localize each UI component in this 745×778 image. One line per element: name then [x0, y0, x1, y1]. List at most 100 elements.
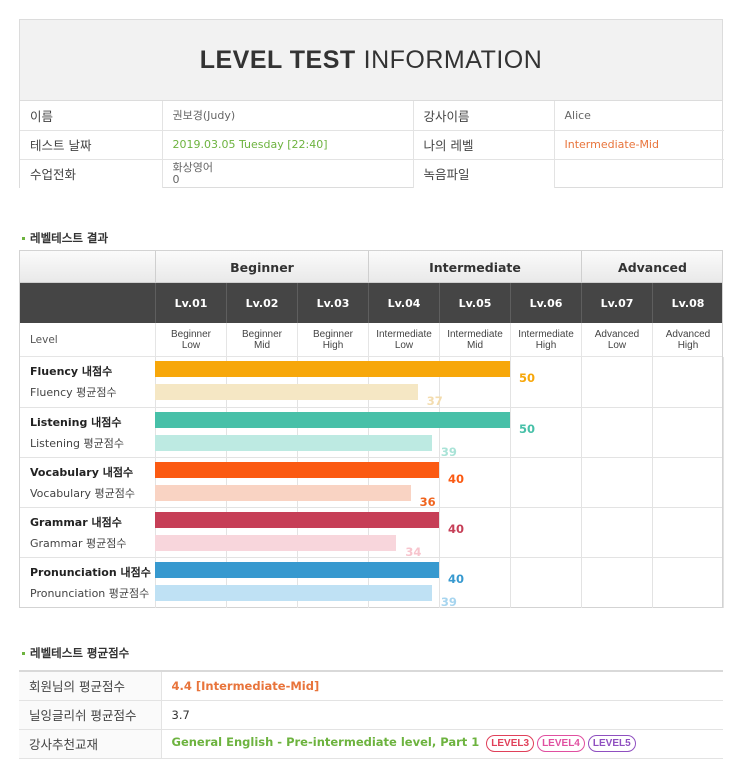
page-title: LEVEL TEST INFORMATION — [20, 20, 722, 101]
average-score-bar — [155, 384, 418, 400]
my-score-bar — [155, 462, 439, 478]
level-name-7: Advanced Low — [581, 323, 652, 357]
skill-average-name: Listening 평균점수 — [30, 437, 124, 450]
name-value: 권보경(Judy) — [162, 101, 414, 131]
level-name-text: Beginner Low — [170, 329, 212, 351]
date-label: 테스트 날짜 — [20, 130, 163, 160]
skill-average-name: Fluency 평균점수 — [30, 386, 117, 399]
level-badge: LEVEL4 — [537, 735, 585, 752]
skill-name: Grammar 내점수 — [30, 516, 122, 529]
my-score-value: 40 — [448, 572, 465, 586]
my-score-bar — [155, 562, 439, 578]
member-average-value: 4.4 [Intermediate-Mid] — [161, 671, 723, 701]
level-code-5: Lv.05 — [439, 283, 510, 323]
level-code-6: Lv.06 — [510, 283, 581, 323]
overall-average-value: 3.7 — [161, 700, 723, 730]
my-score-value: 50 — [519, 371, 536, 385]
level-name-text: Intermediate Low — [376, 329, 432, 351]
info-row-date: 테스트 날짜 2019.03.05 Tuesday [22:40] 나의 레벨 … — [20, 130, 724, 160]
info-table: 이름 권보경(Judy) 강사이름 Alice 테스트 날짜 2019.03.0… — [20, 101, 724, 188]
level-row-label: Level — [30, 334, 58, 346]
level-name-text: Intermediate High — [518, 329, 574, 351]
skill-average-name: Pronunciation 평균점수 — [30, 587, 150, 600]
level-name-5: Intermediate Mid — [439, 323, 510, 357]
grid-line — [723, 357, 724, 608]
level-name-text: Intermediate Mid — [447, 329, 503, 351]
skill-row: Vocabulary 내점수 Vocabulary 평균점수 40 36 — [20, 457, 722, 509]
my-score-value: 50 — [519, 422, 536, 436]
record-value[interactable] — [554, 159, 724, 188]
my-score-bar — [155, 412, 510, 428]
my-level-value: Intermediate-Mid — [554, 130, 724, 160]
level-name-text: Beginner High — [312, 329, 354, 351]
my-level-label: 나의 레벨 — [413, 130, 555, 160]
level-code-1: Lv.01 — [155, 283, 226, 323]
record-label: 녹음파일 — [413, 159, 555, 188]
group-header-row: Beginner Intermediate Advanced — [20, 251, 722, 283]
level-name-text: Beginner Mid — [241, 329, 283, 351]
bullet-icon — [22, 236, 25, 240]
level-name-8: Advanced High — [652, 323, 723, 357]
level-name-3: Beginner High — [297, 323, 368, 357]
recommend-book-link[interactable]: General English - Pre-intermediate level… — [172, 735, 480, 749]
average-score-value: 39 — [440, 595, 457, 609]
my-score-value: 40 — [448, 472, 465, 486]
recommend-row: 강사추천교재 General English - Pre-intermediat… — [19, 729, 723, 759]
skill-row: Listening 내점수 Listening 평균점수 50 39 — [20, 407, 722, 459]
skill-average-name: Grammar 평균점수 — [30, 537, 127, 550]
skill-average-name: Vocabulary 평균점수 — [30, 487, 135, 500]
group-header-advanced: Advanced — [581, 251, 723, 283]
overall-average-row: 닐잉글리쉬 평균점수 3.7 — [19, 700, 723, 730]
name-label: 이름 — [20, 101, 163, 131]
level-name-2: Beginner Mid — [226, 323, 297, 357]
average-table: 회원님의 평균점수 4.4 [Intermediate-Mid] 닐잉글리쉬 평… — [19, 670, 723, 759]
skill-name: Listening 내점수 — [30, 416, 122, 429]
member-average-row: 회원님의 평균점수 4.4 [Intermediate-Mid] — [19, 671, 723, 701]
recommend-label: 강사추천교재 — [19, 729, 162, 759]
level-code-7: Lv.07 — [581, 283, 652, 323]
level-code-2: Lv.02 — [226, 283, 297, 323]
date-value: 2019.03.05 Tuesday [22:40] — [162, 130, 414, 160]
page-title-light: INFORMATION — [363, 45, 543, 74]
level-badges: LEVEL3 LEVEL4 LEVEL5 — [483, 735, 636, 752]
skill-row: Pronunciation 내점수 Pronunciation 평균점수 40 39 — [20, 557, 722, 609]
level-badge: LEVEL5 — [587, 735, 636, 752]
phone-label: 수업전화 — [20, 159, 163, 188]
info-row-phone: 수업전화 화상영어 0 녹음파일 — [20, 159, 724, 188]
member-average-label: 회원님의 평균점수 — [19, 671, 162, 701]
my-score-bar — [155, 512, 439, 528]
skill-row: Grammar 내점수 Grammar 평균점수 40 34 — [20, 507, 722, 559]
phone-value-line1: 화상영어 — [172, 160, 213, 174]
level-code-8: Lv.08 — [652, 283, 723, 323]
level-result-table: Beginner Intermediate Advanced Lv.01 Lv.02 L… — [19, 250, 724, 609]
average-section-title: 레벨테스트 평균점수 — [22, 645, 129, 661]
level-code-4: Lv.04 — [368, 283, 439, 323]
page-title-strong: LEVEL TEST — [199, 45, 356, 74]
overall-average-label: 닐잉글리쉬 평균점수 — [19, 700, 162, 730]
teacher-label: 강사이름 — [413, 101, 555, 131]
level-name-text: Advanced Low — [594, 329, 640, 351]
my-score-bar — [155, 361, 510, 377]
skill-name: Fluency 내점수 — [30, 365, 113, 378]
average-score-bar — [155, 485, 411, 501]
average-score-value: 37 — [426, 394, 443, 408]
phone-value: 화상영어 0 — [162, 159, 414, 188]
level-name-6: Intermediate High — [510, 323, 581, 357]
average-score-bar — [155, 585, 432, 601]
group-header-beginner: Beginner — [155, 251, 368, 283]
average-score-bar — [155, 535, 397, 551]
average-section-title-text: 레벨테스트 평균점수 — [30, 646, 130, 660]
average-score-bar — [155, 435, 432, 451]
result-section-title-text: 레벨테스트 결과 — [30, 231, 109, 245]
level-test-info-panel: LEVEL TEST INFORMATION 이름 권보경(Judy) 강사이름… — [19, 19, 724, 188]
group-header-intermediate: Intermediate — [368, 251, 581, 283]
level-badge: LEVEL3 — [486, 735, 535, 752]
skill-row: Fluency 내점수 Fluency 평균점수 50 37 — [20, 357, 722, 408]
my-score-value: 40 — [448, 522, 465, 536]
level-name-text: Advanced High — [665, 329, 711, 351]
level-name-1: Beginner Low — [155, 323, 226, 357]
teacher-value: Alice — [554, 101, 724, 131]
result-section-title: 레벨테스트 결과 — [22, 230, 108, 246]
level-name-4: Intermediate Low — [368, 323, 439, 357]
phone-value-line2: 0 — [172, 172, 180, 186]
